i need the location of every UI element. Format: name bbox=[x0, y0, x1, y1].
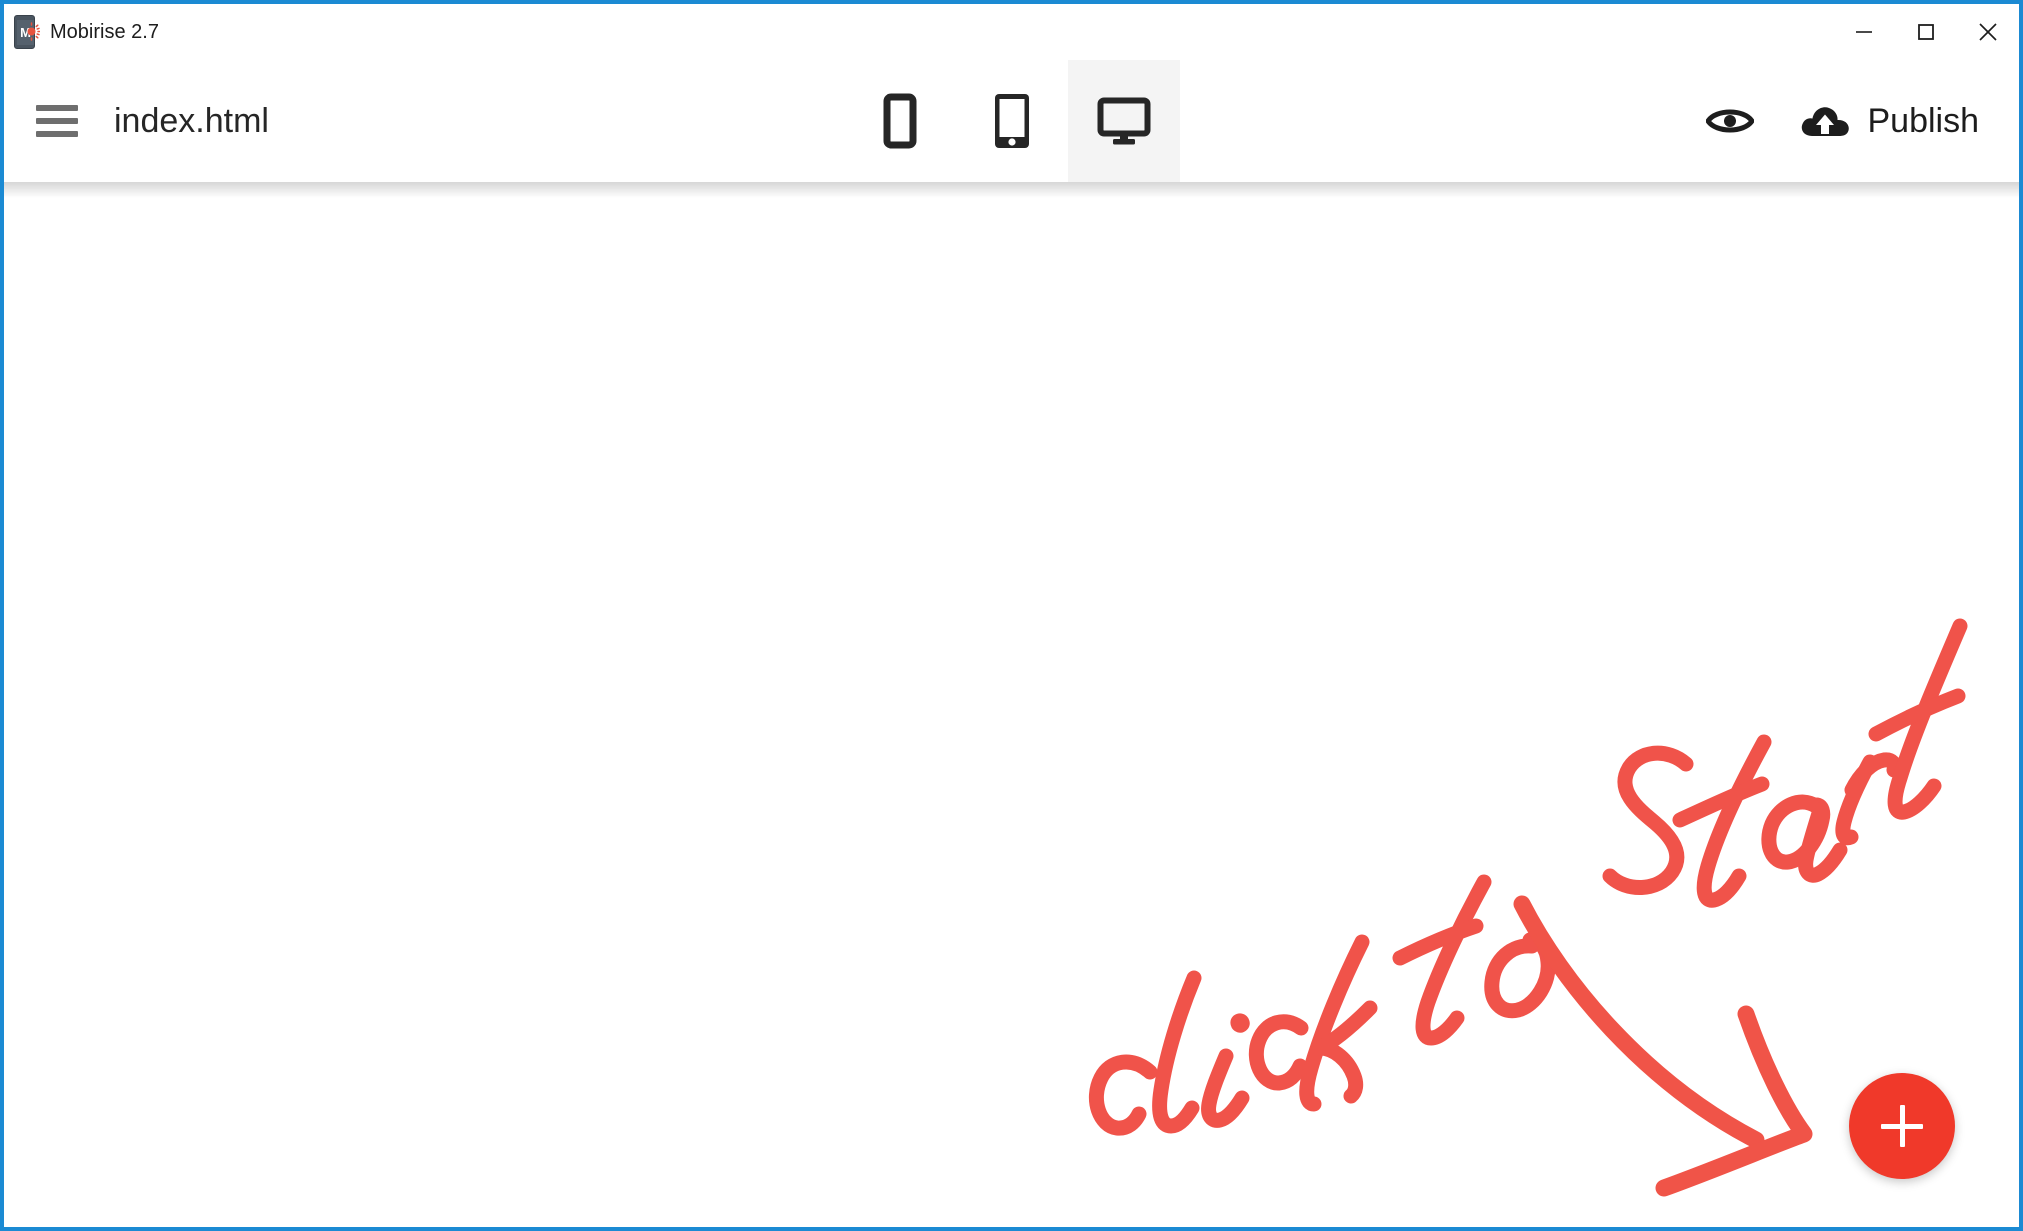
minimize-icon bbox=[1856, 31, 1872, 33]
curved-down-right-arrow-icon bbox=[1513, 895, 1813, 1197]
device-button-desktop[interactable] bbox=[1067, 60, 1180, 182]
maximize-button[interactable] bbox=[1895, 4, 1957, 60]
device-button-mobile[interactable] bbox=[844, 60, 956, 182]
plus-icon-vertical bbox=[1899, 1105, 1905, 1147]
hamburger-menu-icon[interactable] bbox=[36, 100, 78, 142]
page-canvas[interactable]: click to Start bbox=[4, 182, 2019, 1227]
mobirise-logo-icon: M bbox=[14, 15, 40, 49]
window-controls bbox=[1833, 4, 2019, 60]
mobile-phone-icon bbox=[883, 93, 916, 149]
click-to-start-annotation bbox=[1088, 618, 1968, 1197]
eye-preview-icon bbox=[1706, 109, 1755, 133]
preview-button[interactable] bbox=[1703, 94, 1757, 148]
add-block-button[interactable] bbox=[1849, 1073, 1955, 1179]
device-button-tablet[interactable] bbox=[956, 60, 1068, 182]
handwriting-click-to-start bbox=[1088, 618, 1968, 1136]
hamburger-line bbox=[36, 105, 78, 111]
logo-sunburst-icon bbox=[27, 22, 40, 41]
desktop-monitor-icon bbox=[1097, 97, 1150, 145]
publish-label: Publish bbox=[1867, 101, 1979, 140]
app-window: M Mobirise 2.7 index.html Publish bbox=[0, 0, 2023, 1231]
toolbar-right-group: Publish bbox=[1703, 60, 2019, 182]
minimize-button[interactable] bbox=[1833, 4, 1895, 60]
close-button[interactable] bbox=[1957, 4, 2019, 60]
tablet-icon bbox=[994, 94, 1029, 148]
close-icon bbox=[1979, 23, 1997, 41]
publish-button[interactable]: Publish bbox=[1799, 102, 1979, 141]
toolbar-left-group: index.html bbox=[4, 60, 269, 182]
title-bar: M Mobirise 2.7 bbox=[4, 4, 2019, 60]
document-name[interactable]: index.html bbox=[114, 102, 269, 141]
main-toolbar: index.html Publish bbox=[4, 60, 2019, 198]
click-to-start-hint bbox=[4, 182, 2019, 1227]
cloud-upload-icon bbox=[1799, 102, 1851, 140]
hamburger-line bbox=[36, 118, 78, 124]
maximize-icon bbox=[1918, 24, 1934, 40]
window-title: Mobirise 2.7 bbox=[50, 20, 159, 43]
hamburger-line bbox=[36, 131, 78, 137]
